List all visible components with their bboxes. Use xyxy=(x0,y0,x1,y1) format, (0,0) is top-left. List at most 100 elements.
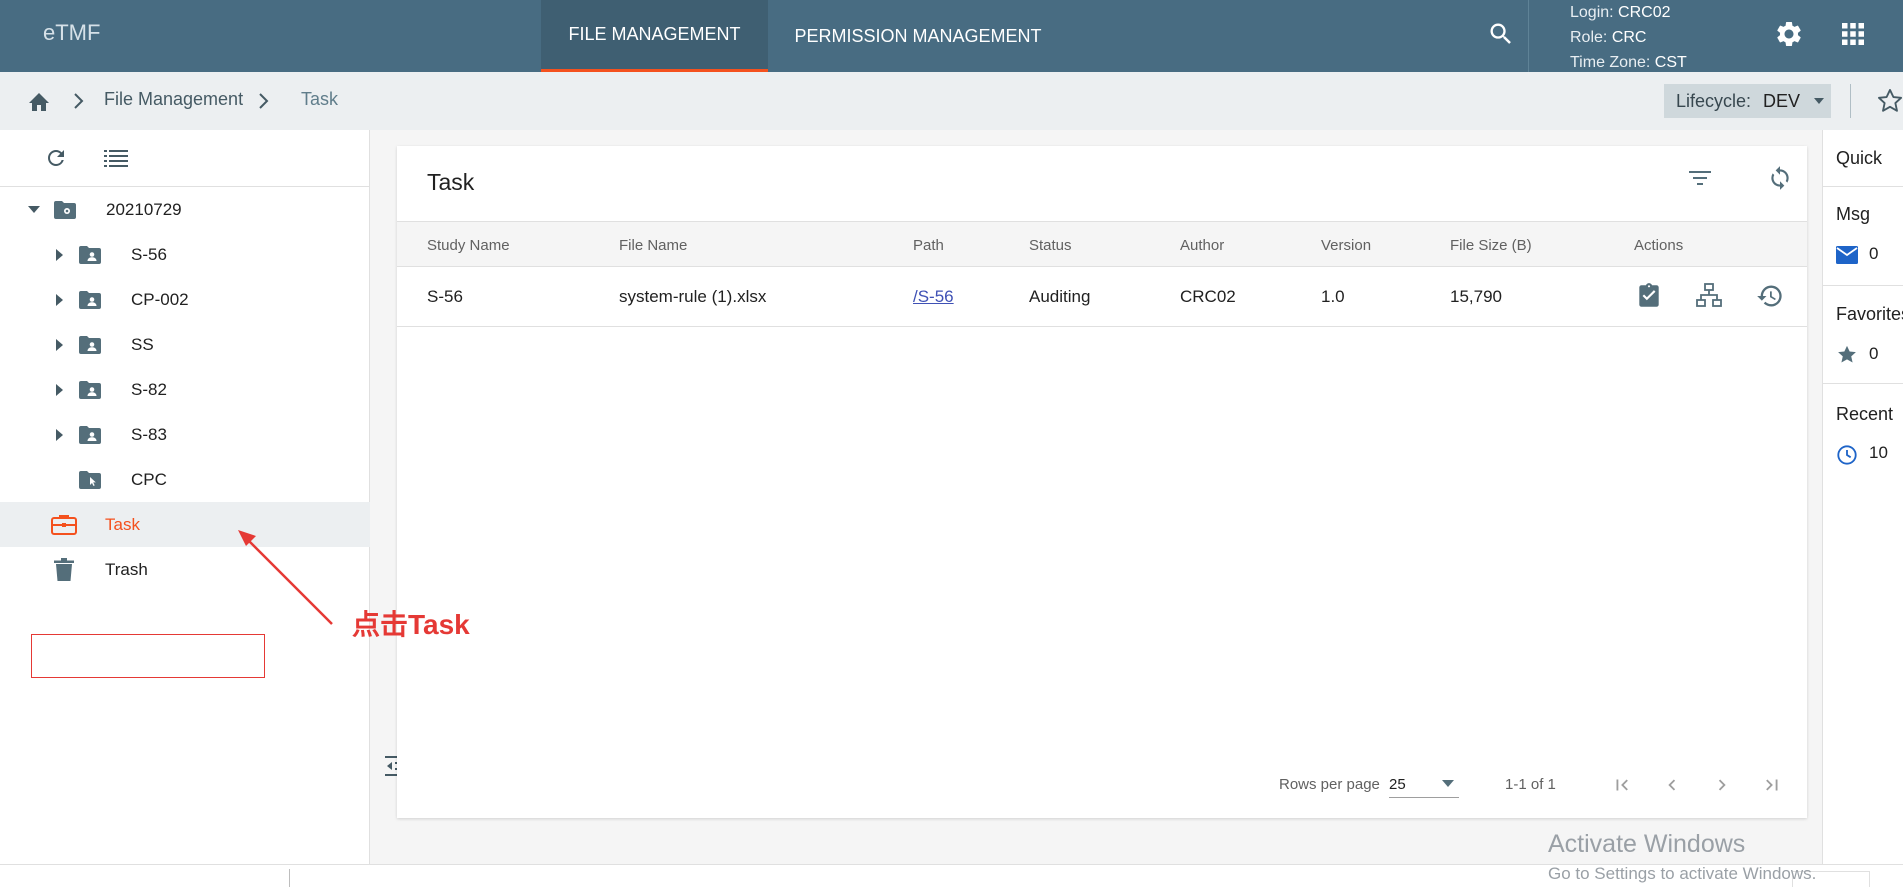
first-page-icon[interactable] xyxy=(1611,774,1633,796)
tree-item-cp-002[interactable]: CP-002 xyxy=(0,277,370,322)
cell-version: 1.0 xyxy=(1321,287,1345,306)
breadcrumb-file-management[interactable]: File Management xyxy=(104,89,243,110)
page-title: Task xyxy=(427,169,475,195)
gear-icon[interactable] xyxy=(1774,19,1804,49)
app-logo[interactable]: eTMF xyxy=(43,20,100,46)
caret-right-icon[interactable] xyxy=(56,428,64,441)
table-row[interactable]: S-56 system-rule (1).xlsx /S-56 Auditing… xyxy=(397,267,1807,327)
last-page-icon[interactable] xyxy=(1761,774,1783,796)
quick-title: Quick xyxy=(1836,148,1883,168)
caret-down-icon[interactable] xyxy=(28,205,40,214)
bottom-divider xyxy=(289,869,290,887)
sync-icon[interactable] xyxy=(1767,165,1793,191)
tree-label: CP-002 xyxy=(131,289,189,309)
pagination: Rows per page 25 1-1 of 1 xyxy=(397,764,1807,804)
path-link[interactable]: /S-56 xyxy=(913,287,954,306)
folder-shared-icon xyxy=(79,245,101,264)
user-info: Login: CRC02 Role: CRC Time Zone: CST xyxy=(1570,0,1687,75)
star-outline-icon[interactable] xyxy=(1876,87,1903,115)
briefcase-icon xyxy=(51,514,77,536)
column-header[interactable]: Status xyxy=(1029,237,1072,254)
cell-path: /S-56 xyxy=(913,287,954,307)
activate-windows-title: Activate Windows xyxy=(1548,830,1746,858)
lifecycle-value: DEV xyxy=(1763,90,1801,111)
workflow-icon[interactable] xyxy=(1696,282,1722,308)
table-header: Study Name File Name Path Status Author … xyxy=(397,221,1807,267)
favorites-count: 0 xyxy=(1869,344,1879,363)
tree-item-s-56[interactable]: S-56 xyxy=(0,232,370,277)
tree-root-20210729[interactable]: 20210729 xyxy=(0,187,370,232)
apps-grid-icon[interactable] xyxy=(1841,22,1865,46)
timezone-label: Time Zone: xyxy=(1570,54,1651,71)
column-header: Actions xyxy=(1634,237,1684,254)
recent-label: Recent xyxy=(1836,404,1894,424)
column-header[interactable]: Version xyxy=(1321,237,1371,254)
approve-clipboard-icon[interactable] xyxy=(1636,282,1662,310)
tree-item-cpc[interactable]: CPC xyxy=(0,457,370,502)
column-header[interactable]: File Name xyxy=(619,237,687,254)
folder-shared-icon xyxy=(79,380,101,399)
quick-divider xyxy=(1823,285,1903,286)
home-icon[interactable] xyxy=(27,90,51,112)
tree-label: SS xyxy=(131,334,154,354)
tree-item-s-82[interactable]: S-82 xyxy=(0,367,370,412)
quick-divider xyxy=(1823,186,1903,187)
cell-study-name: S-56 xyxy=(427,287,463,306)
breadcrumb-divider xyxy=(1850,84,1851,118)
column-header[interactable]: Author xyxy=(1180,237,1224,254)
tree-label: CPC xyxy=(131,469,167,489)
chevron-right-icon xyxy=(70,91,86,111)
lifecycle-select[interactable]: Lifecycle: DEV xyxy=(1664,84,1831,118)
tree-item-ss[interactable]: SS xyxy=(0,322,370,367)
timezone-value: CST xyxy=(1654,54,1687,71)
star-filled-icon[interactable] xyxy=(1836,344,1858,366)
trash-icon xyxy=(54,557,74,582)
history-icon[interactable] xyxy=(1756,282,1784,310)
column-header[interactable]: File Size (B) xyxy=(1450,237,1532,254)
prev-page-icon[interactable] xyxy=(1661,774,1683,796)
tab-permission-management[interactable]: PERMISSION MANAGEMENT xyxy=(768,0,1068,72)
cell-status: Auditing xyxy=(1029,287,1091,306)
activate-windows-subtitle: Go to Settings to activate Windows. xyxy=(1548,864,1817,883)
tree-label: Trash xyxy=(105,559,148,579)
role-label: Role: xyxy=(1570,29,1608,46)
login-value: CRC02 xyxy=(1618,4,1671,21)
role-value: CRC xyxy=(1611,29,1647,46)
column-header[interactable]: Path xyxy=(913,237,944,254)
topbar-divider xyxy=(1528,0,1529,72)
caret-down-icon xyxy=(1442,780,1454,787)
breadcrumb-task: Task xyxy=(301,89,339,109)
panel-gap xyxy=(370,130,382,864)
page-range: 1-1 of 1 xyxy=(1505,776,1556,793)
cell-file-size: 15,790 xyxy=(1450,287,1502,306)
recent-count: 10 xyxy=(1869,443,1888,462)
mail-icon[interactable] xyxy=(1836,246,1858,264)
caret-right-icon[interactable] xyxy=(56,338,64,351)
folder-pointer-icon xyxy=(79,470,101,489)
tab-file-management[interactable]: FILE MANAGEMENT xyxy=(541,0,768,72)
folder-shared-icon xyxy=(79,335,101,354)
filter-icon[interactable] xyxy=(1687,166,1713,190)
search-icon[interactable] xyxy=(1487,20,1515,48)
cell-file-name: system-rule (1).xlsx xyxy=(619,287,767,306)
task-card: Task Study Name File Name Path Status Au… xyxy=(397,146,1807,818)
annotation-text: 点击Task xyxy=(352,609,470,640)
tree-label: Task xyxy=(105,514,140,534)
breadcrumb: File Management Task Lifecycle: DEV xyxy=(0,72,1903,130)
annotation-arrow xyxy=(230,520,340,630)
caret-right-icon[interactable] xyxy=(56,248,64,261)
clock-icon[interactable] xyxy=(1836,444,1858,466)
caret-right-icon[interactable] xyxy=(56,383,64,396)
rows-per-page-value: 25 xyxy=(1389,776,1406,793)
tree-label: 20210729 xyxy=(106,199,182,219)
next-page-icon[interactable] xyxy=(1711,774,1733,796)
annotation-highlight-box xyxy=(31,634,265,678)
tree-item-s-83[interactable]: S-83 xyxy=(0,412,370,457)
msg-label: Msg xyxy=(1836,204,1871,224)
list-view-icon[interactable] xyxy=(104,148,128,168)
caret-right-icon[interactable] xyxy=(56,293,64,306)
refresh-icon[interactable] xyxy=(44,146,68,170)
column-header[interactable]: Study Name xyxy=(427,237,510,254)
top-app-bar: eTMF FILE MANAGEMENT PERMISSION MANAGEME… xyxy=(0,0,1903,72)
cell-author: CRC02 xyxy=(1180,287,1236,306)
